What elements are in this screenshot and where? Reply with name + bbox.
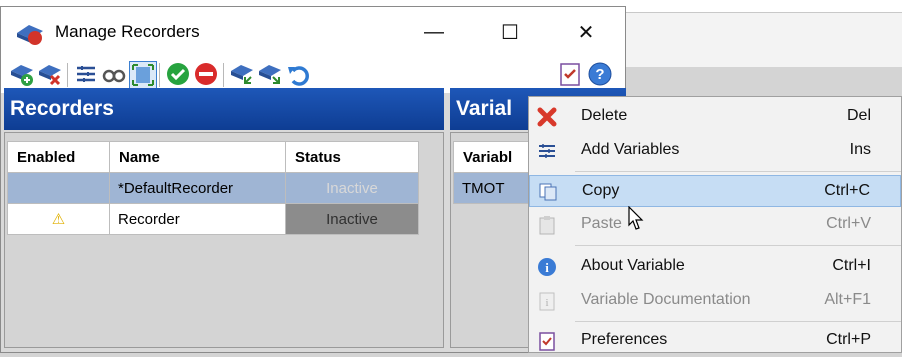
documentation-icon: i [539,292,555,311]
list-icon[interactable] [73,61,99,87]
info-icon: i [538,258,556,276]
menu-item-variable-documentation[interactable]: i Variable Documentation Alt+F1 [529,285,901,317]
menu-separator [575,321,901,322]
warning-icon: ⚠ [7,203,110,235]
menu-item-label: Paste [581,215,622,232]
menu-item-label: Preferences [581,331,668,348]
column-header-enabled[interactable]: Enabled [7,141,110,173]
status-cell[interactable]: Inactive [285,172,419,204]
copy-icon [539,183,557,201]
start-icon[interactable] [165,61,191,87]
table-row[interactable]: ⚠ Recorder Inactive [7,203,419,235]
add-recorder-icon[interactable] [9,61,35,87]
undo-icon[interactable] [285,61,311,87]
menu-item-shortcut: Ctrl+V [826,215,871,232]
menu-item-label: Add Variables [581,141,680,158]
menu-item-shortcut: Ctrl+C [824,182,870,199]
window-title: Manage Recorders [55,22,200,41]
paste-icon [539,216,555,235]
recorders-table: Enabled Name Status *DefaultRecorder Ina… [7,141,419,235]
preferences-icon [539,332,555,351]
export-icon[interactable] [257,61,283,87]
menu-item-add-variables[interactable]: Add Variables Ins [529,135,901,167]
help-icon[interactable]: ? [587,61,613,87]
stop-icon[interactable] [193,61,219,87]
menu-separator [575,245,901,246]
menu-item-about-variable[interactable]: i About Variable Ctrl+I [529,251,901,283]
minimize-button[interactable]: — [401,7,467,57]
binoculars-icon[interactable] [101,61,127,87]
add-variables-icon [539,144,555,158]
menu-item-shortcut: Del [846,107,871,124]
menu-item-label: Copy [582,182,620,199]
toolbar-separator [223,63,224,87]
menu-item-copy[interactable]: Copy Ctrl+C [529,175,901,207]
menu-item-paste[interactable]: Paste Ctrl+V [529,209,901,241]
fit-icon[interactable] [129,61,157,89]
delete-icon [537,107,557,127]
svg-text:i: i [545,297,548,309]
close-button[interactable]: ✕ [553,7,619,57]
recorders-header-row: Enabled Name Status [7,141,419,173]
toolbar-separator [67,63,68,87]
svg-text:i: i [545,260,549,275]
toolbar-separator [159,63,160,87]
menu-item-shortcut: Ins [849,141,871,158]
menu-item-shortcut: Ctrl+I [832,257,871,274]
name-cell[interactable]: *DefaultRecorder [109,172,286,204]
mouse-cursor-icon [628,206,644,230]
recorders-panel: Recorders Enabled Name Status *DefaultRe… [4,88,444,348]
menu-item-preferences[interactable]: Preferences Ctrl+P [529,325,901,357]
name-cell[interactable]: Recorder [109,203,286,235]
remove-recorder-icon[interactable] [37,61,63,87]
background-window-pane [626,12,902,67]
import-icon[interactable] [229,61,255,87]
menu-item-label: Variable Documentation [581,291,751,308]
menu-item-delete[interactable]: Delete Del [529,101,901,133]
recorder-app-icon [17,25,43,45]
table-row[interactable]: *DefaultRecorder Inactive [7,172,419,204]
menu-item-shortcut: Ctrl+P [826,331,871,348]
column-header-status[interactable]: Status [285,141,419,173]
svg-text:?: ? [595,66,604,83]
title-bar[interactable]: Manage Recorders — ☐ ✕ [1,7,625,57]
recorders-grid: Enabled Name Status *DefaultRecorder Ina… [4,132,444,348]
preferences-icon[interactable] [557,61,583,87]
context-menu: Delete Del Add Variables Ins Copy Ctrl+C… [528,96,902,353]
status-cell[interactable]: Inactive [285,203,419,235]
menu-item-label: About Variable [581,257,685,274]
menu-item-label: Delete [581,107,628,124]
menu-item-shortcut: Alt+F1 [824,291,871,308]
menu-separator [575,171,901,172]
column-header-name[interactable]: Name [109,141,286,173]
maximize-button[interactable]: ☐ [477,7,543,57]
enabled-cell[interactable] [7,172,110,204]
recorders-panel-title: Recorders [4,88,444,130]
